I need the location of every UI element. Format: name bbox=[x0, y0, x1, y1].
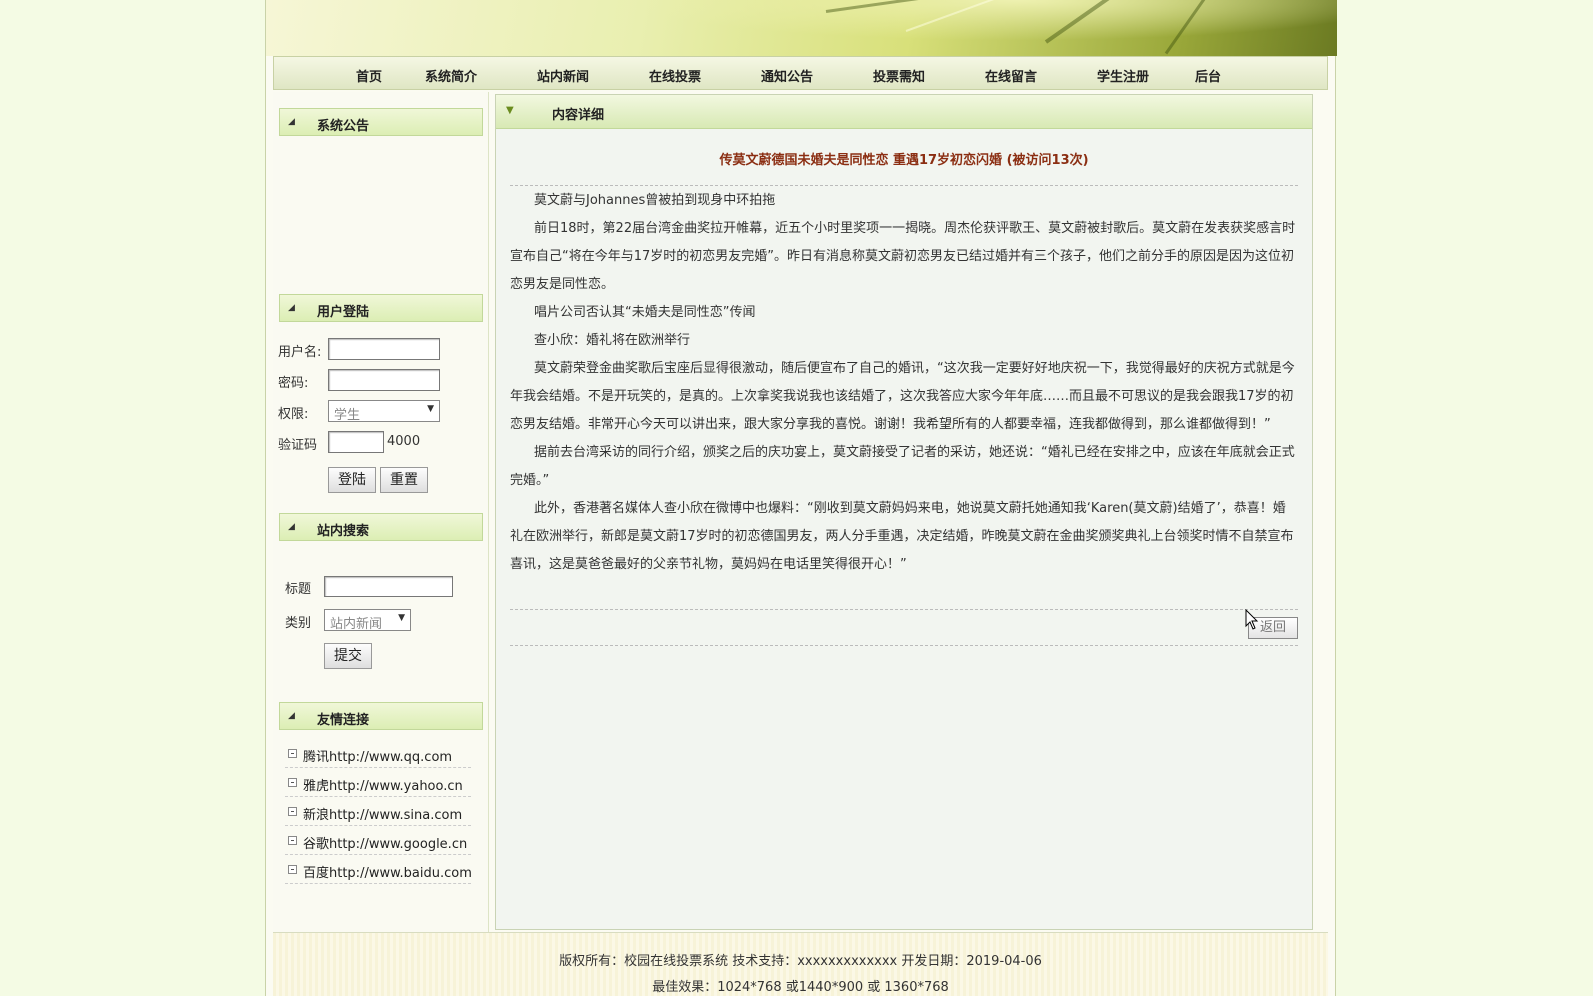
bullet-icon bbox=[288, 807, 297, 816]
footer-copyright: 版权所有：校园在线投票系统 技术支持：xxxxxxxxxxxxx 开发日期：20… bbox=[559, 954, 1042, 969]
category-select[interactable]: 站内新闻 ▼ bbox=[324, 609, 411, 632]
bullet-icon bbox=[288, 865, 297, 874]
sidebar: ◢ 系统公告 ◢ 用户登陆 用户名: 密码: 权限: 学生 ▼ 验证码 4000… bbox=[273, 92, 489, 932]
password-label: 密码: bbox=[278, 376, 309, 391]
login-button[interactable]: 登陆 bbox=[328, 467, 376, 493]
mouse-cursor-icon bbox=[1245, 609, 1259, 630]
triangle-icon: ◢ bbox=[288, 303, 295, 313]
footer: 版权所有：校园在线投票系统 技术支持：xxxxxxxxxxxxx 开发日期：20… bbox=[273, 932, 1328, 996]
announcement-header: ◢ 系统公告 bbox=[279, 108, 483, 136]
friend-link[interactable]: 谷歌http://www.google.cn bbox=[285, 829, 471, 855]
friend-link[interactable]: 新浪http://www.sina.com bbox=[285, 800, 471, 826]
divider bbox=[510, 185, 1298, 186]
divider bbox=[510, 645, 1298, 646]
bullet-icon bbox=[288, 749, 297, 758]
header-banner bbox=[266, 0, 1337, 56]
links-header: ◢ 友情连接 bbox=[279, 702, 483, 730]
article-paragraph: 前日18时，第22届台湾金曲奖拉开帷幕，近五个小时里奖项一一揭晓。周杰伦获评歌王… bbox=[510, 221, 1296, 292]
page-wrapper: 首页 系统简介 站内新闻 在线投票 通知公告 投票需知 在线留言 学生注册 后台… bbox=[265, 0, 1337, 996]
triangle-icon: ◢ bbox=[288, 117, 295, 127]
username-input[interactable] bbox=[328, 338, 440, 360]
article-paragraph: 此外，香港著名媒体人查小欣在微博中也爆料：“刚收到莫文蔚妈妈来电，她说莫文蔚托她… bbox=[510, 501, 1294, 572]
bullet-icon bbox=[288, 778, 297, 787]
friend-link[interactable]: 腾讯http://www.qq.com bbox=[285, 742, 471, 768]
nav-guestbook[interactable]: 在线留言 bbox=[985, 66, 1037, 85]
article-paragraph: 据前去台湾采访的同行介绍，颁奖之后的庆功宴上，莫文蔚接受了记者的采访，她还说：“… bbox=[510, 445, 1295, 488]
dropdown-arrow-icon: ▼ bbox=[427, 404, 434, 414]
nav-site-news[interactable]: 站内新闻 bbox=[537, 66, 589, 85]
password-input[interactable] bbox=[328, 369, 440, 391]
triangle-icon: ◢ bbox=[288, 522, 295, 532]
article-paragraph: 莫文蔚荣登金曲奖歌后宝座后显得很激动，随后便宣布了自己的婚讯，“这次我一定要好好… bbox=[510, 361, 1295, 432]
nav-online-vote[interactable]: 在线投票 bbox=[649, 66, 701, 85]
friend-link[interactable]: 百度http://www.baidu.com bbox=[285, 858, 472, 884]
nav-vote-guide[interactable]: 投票需知 bbox=[873, 66, 925, 85]
main-navigation: 首页 系统简介 站内新闻 在线投票 通知公告 投票需知 在线留言 学生注册 后台 bbox=[273, 56, 1328, 90]
captcha-input[interactable] bbox=[328, 431, 384, 453]
search-title-input[interactable] bbox=[324, 576, 453, 597]
article-title: 传莫文蔚德国未婚夫是同性恋 重遇17岁初恋闪婚 (被访问13次) bbox=[719, 153, 1089, 168]
divider bbox=[510, 609, 1298, 610]
article-body: 莫文蔚与Johannes曾被拍到现身中环拍拖 前日18时，第22届台湾金曲奖拉开… bbox=[510, 187, 1298, 579]
bullet-icon bbox=[288, 836, 297, 845]
captcha-code: 4000 bbox=[387, 434, 421, 449]
triangle-icon: ◢ bbox=[288, 711, 295, 721]
login-header: ◢ 用户登陆 bbox=[279, 294, 483, 322]
role-select[interactable]: 学生 ▼ bbox=[328, 400, 440, 423]
captcha-label: 验证码 bbox=[278, 438, 318, 453]
nav-admin[interactable]: 后台 bbox=[1195, 66, 1221, 85]
search-submit-button[interactable]: 提交 bbox=[324, 643, 372, 669]
article-paragraph: 唱片公司否认其“未婚夫是同性恋”传闻 bbox=[534, 305, 756, 320]
reset-button[interactable]: 重置 bbox=[380, 467, 428, 493]
article-paragraph: 查小欣：婚礼将在欧洲举行 bbox=[534, 333, 691, 348]
nav-system-intro[interactable]: 系统简介 bbox=[425, 66, 477, 85]
search-header: ◢ 站内搜索 bbox=[279, 513, 483, 541]
content-panel: ▼ 内容详细 传莫文蔚德国未婚夫是同性恋 重遇17岁初恋闪婚 (被访问13次) … bbox=[495, 94, 1313, 930]
username-label: 用户名: bbox=[278, 345, 322, 360]
triangle-down-icon: ▼ bbox=[506, 105, 514, 116]
friend-link[interactable]: 雅虎http://www.yahoo.cn bbox=[285, 771, 471, 797]
footer-resolution: 最佳效果：1024*768 或1440*900 或 1360*768 bbox=[652, 980, 949, 995]
search-title-label: 标题 bbox=[285, 582, 312, 597]
article-paragraph: 莫文蔚与Johannes曾被拍到现身中环拍拖 bbox=[534, 193, 776, 208]
nav-home[interactable]: 首页 bbox=[356, 66, 382, 85]
dropdown-arrow-icon: ▼ bbox=[398, 613, 405, 623]
search-category-label: 类别 bbox=[285, 616, 312, 631]
content-header: ▼ 内容详细 bbox=[496, 95, 1312, 129]
nav-notices[interactable]: 通知公告 bbox=[761, 66, 813, 85]
role-label: 权限: bbox=[278, 407, 309, 422]
nav-student-register[interactable]: 学生注册 bbox=[1097, 66, 1149, 85]
